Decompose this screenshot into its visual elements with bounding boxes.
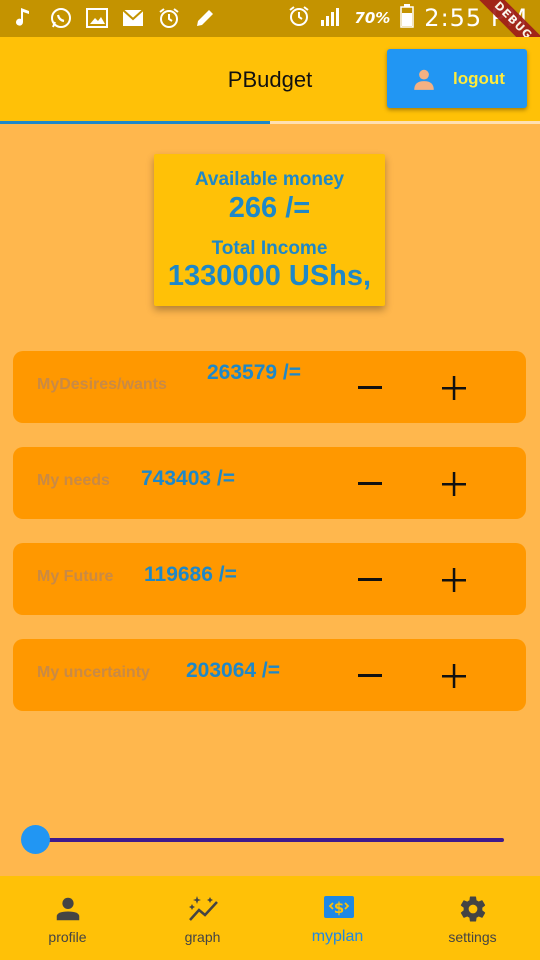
alarm-icon	[158, 7, 180, 29]
category-row-desires: MyDesires/wants 263579 /=	[13, 351, 526, 423]
nav-item-profile[interactable]: profile	[0, 876, 135, 960]
slider-track[interactable]	[36, 838, 504, 842]
tab-indicator	[0, 121, 540, 124]
decrease-button[interactable]	[355, 565, 385, 595]
plus-icon	[442, 472, 466, 496]
minus-icon	[358, 482, 382, 485]
signal-icon	[320, 5, 344, 32]
increase-button[interactable]	[439, 661, 469, 691]
category-value: 263579 /=	[207, 361, 302, 384]
alarm-icon	[288, 5, 310, 32]
category-value: 743403 /=	[141, 467, 236, 490]
person-icon	[53, 894, 83, 924]
total-income-label: Total Income	[211, 238, 328, 259]
minus-icon	[358, 386, 382, 389]
decrease-button[interactable]	[355, 661, 385, 691]
notification-icons	[14, 6, 216, 30]
category-value: 203064 /=	[186, 659, 281, 682]
category-name: My needs	[37, 472, 110, 489]
decrease-button[interactable]	[355, 469, 385, 499]
auto-graph-icon	[188, 894, 218, 924]
battery-percent: 70%	[354, 9, 391, 27]
pencil-icon	[194, 7, 216, 29]
nav-item-graph[interactable]: graph	[135, 876, 270, 960]
nav-label: settings	[448, 929, 497, 945]
tab-indicator-active	[0, 121, 270, 124]
plus-icon	[442, 376, 466, 400]
nav-label: graph	[184, 929, 221, 945]
logout-button[interactable]: logout	[387, 49, 527, 108]
money-summary-card: Available money 266 /= Total Income 1330…	[154, 154, 385, 306]
slider-thumb[interactable]	[21, 825, 50, 854]
svg-text:$: $	[333, 899, 343, 917]
increase-button[interactable]	[439, 469, 469, 499]
plus-icon	[442, 568, 466, 592]
category-value: 119686 /=	[144, 563, 237, 586]
category-name: My uncertainty	[37, 664, 150, 681]
nav-label: profile	[48, 929, 87, 945]
status-bar: 70% 2:55 PM DEBUG	[0, 0, 540, 67]
available-money-value: 266 /=	[228, 192, 311, 224]
category-name: MyDesires/wants	[37, 376, 167, 393]
logout-label: logout	[453, 69, 505, 88]
increase-button[interactable]	[439, 565, 469, 595]
increase-button[interactable]	[439, 373, 469, 403]
app-bar: PBudget logout	[0, 37, 540, 121]
available-money-label: Available money	[194, 169, 345, 190]
decrease-button[interactable]	[355, 373, 385, 403]
category-row-needs: My needs 743403 /=	[13, 447, 526, 519]
total-income-value: 1330000 UShs,	[167, 260, 372, 292]
gear-icon	[458, 894, 488, 924]
category-name: My Future	[37, 568, 114, 585]
battery-icon	[400, 3, 415, 33]
money-icon: $	[323, 894, 354, 924]
image-icon	[86, 7, 108, 29]
minus-icon	[358, 674, 382, 677]
minus-icon	[358, 578, 382, 581]
whatsapp-icon	[50, 7, 72, 29]
music-note-icon	[14, 7, 36, 29]
category-row-future: My Future 119686 /=	[13, 543, 526, 615]
nav-item-myplan[interactable]: $ myplan	[270, 876, 405, 960]
bottom-navigation: profile graph $ myplan settings	[0, 876, 540, 960]
nav-label: myplan	[311, 928, 364, 945]
nav-item-settings[interactable]: settings	[405, 876, 540, 960]
plus-icon	[442, 664, 466, 688]
person-icon	[411, 66, 435, 90]
mail-icon	[122, 7, 144, 29]
category-row-uncertainty: My uncertainty 203064 /=	[13, 639, 526, 711]
